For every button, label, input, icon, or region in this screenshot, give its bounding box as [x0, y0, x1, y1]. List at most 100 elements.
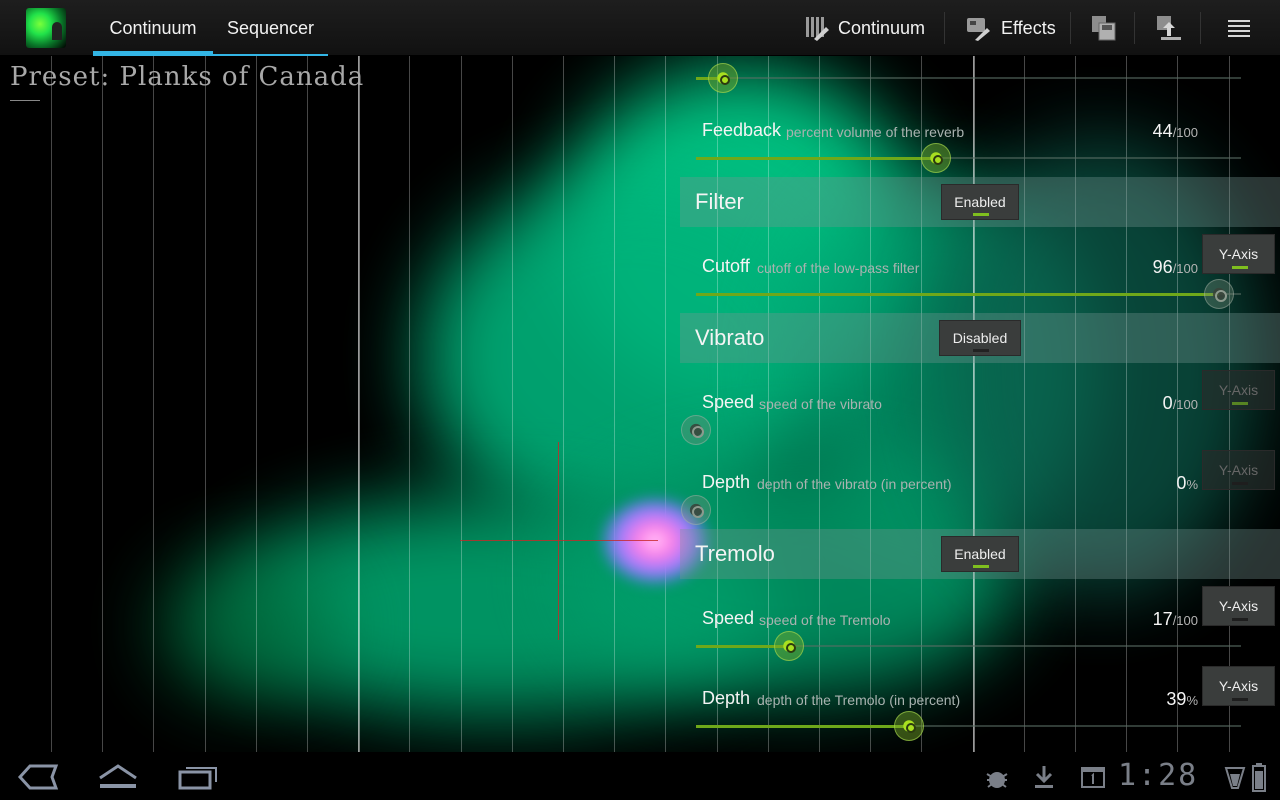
- cutoff-slider[interactable]: [696, 293, 1241, 296]
- home-icon[interactable]: [96, 762, 140, 792]
- tremolo-depth-value: 39%: [1166, 689, 1198, 710]
- cutoff-yaxis-button[interactable]: Y-Axis: [1202, 234, 1275, 274]
- feedback-slider[interactable]: [696, 157, 1241, 160]
- tremolo-speed-yaxis-button[interactable]: Y-Axis: [1202, 586, 1275, 626]
- vibrato-speed-value-number: 0: [1162, 393, 1173, 413]
- cutoff-desc: cutoff of the low-pass filter: [757, 260, 920, 276]
- tremolo-speed-row: Speed speed of the Tremolo 17/100 Y-Axis: [680, 586, 1280, 680]
- continuum-action-button[interactable]: Continuum: [804, 0, 925, 56]
- tremolo-depth-yaxis-button[interactable]: Y-Axis: [1202, 666, 1275, 706]
- vibrato-depth-value-unit: %: [1186, 477, 1198, 492]
- feedback-value-number: 44: [1152, 121, 1173, 141]
- key-line: [512, 56, 513, 752]
- tremolo-speed-value-number: 17: [1152, 609, 1173, 629]
- overflow-menu-button[interactable]: [1226, 0, 1254, 56]
- vibrato-speed-value-unit: /100: [1172, 397, 1198, 412]
- effects-action-label: Effects: [1001, 17, 1056, 38]
- tremolo-speed-value-unit: /100: [1172, 613, 1198, 628]
- feedback-desc: percent volume of the reverb: [786, 124, 965, 140]
- vibrato-depth-value-number: 0: [1176, 473, 1187, 493]
- tremolo-depth-desc: depth of the Tremolo (in percent): [757, 692, 961, 708]
- cutoff-value-number: 96: [1152, 257, 1173, 277]
- cutoff-yaxis-label: Y-Axis: [1218, 246, 1259, 262]
- app-icon[interactable]: [26, 8, 66, 48]
- cutoff-value-unit: /100: [1172, 261, 1198, 276]
- tremolo-depth-yaxis-label: Y-Axis: [1218, 678, 1259, 694]
- key-line: [563, 56, 564, 752]
- tremolo-section-header: Tremolo Enabled: [680, 529, 1280, 579]
- continuum-play-area[interactable]: Preset: Planks of Canada Feedback percen…: [0, 56, 1280, 752]
- tremolo-speed-name: Speed: [702, 608, 755, 628]
- key-line: [102, 56, 103, 752]
- tremolo-speed-slider-thumb[interactable]: [773, 631, 804, 661]
- tremolo-depth-value-number: 39: [1166, 689, 1187, 709]
- vibrato-depth-slider-thumb[interactable]: [681, 495, 711, 525]
- tremolo-depth-row: Depth depth of the Tremolo (in percent) …: [680, 666, 1280, 752]
- divider: [1200, 12, 1201, 44]
- reverb-slider-thumb[interactable]: [708, 63, 739, 93]
- filter-toggle-button[interactable]: Enabled: [941, 184, 1019, 220]
- wifi-icon: [1224, 767, 1246, 789]
- vibrato-speed-name: Speed: [702, 392, 755, 412]
- reverb-slider[interactable]: [696, 77, 1241, 80]
- calendar-icon: [1081, 767, 1105, 788]
- yaxis-indicator: [1232, 402, 1248, 405]
- key-line: [205, 56, 206, 752]
- effects-action-button[interactable]: Effects: [965, 0, 1056, 56]
- effects-panel: Feedback percent volume of the reverb 44…: [680, 56, 1280, 752]
- tab-continuum[interactable]: Continuum: [93, 0, 213, 56]
- tremolo-depth-slider-thumb[interactable]: [893, 711, 924, 741]
- divider: [944, 12, 945, 44]
- filter-title: Filter: [695, 189, 744, 214]
- vibrato-speed-yaxis-button[interactable]: Y-Axis: [1202, 370, 1275, 410]
- effects-icon: [967, 18, 990, 41]
- vibrato-depth-yaxis-label: Y-Axis: [1218, 462, 1259, 478]
- tremolo-speed-yaxis-label: Y-Axis: [1218, 598, 1259, 614]
- key-line: [256, 56, 257, 752]
- tab-sequencer-label: Sequencer: [226, 18, 315, 38]
- feedback-slider-thumb[interactable]: [920, 143, 951, 173]
- feedback-value-unit: /100: [1172, 125, 1198, 140]
- cutoff-slider-thumb[interactable]: [1204, 279, 1235, 309]
- tremolo-depth-value-unit: %: [1186, 693, 1198, 708]
- yaxis-indicator: [1232, 698, 1248, 701]
- cutoff-name: Cutoff: [702, 256, 750, 276]
- action-bar: Continuum Sequencer Continuum Effects: [0, 0, 1280, 56]
- vibrato-depth-value: 0%: [1176, 473, 1198, 494]
- vibrato-speed-slider-thumb[interactable]: [681, 415, 711, 445]
- clock: 1:28: [1118, 758, 1199, 793]
- save-preset-button[interactable]: [1090, 0, 1118, 56]
- vibrato-speed-row: Speed speed of the vibrato 0/100 Y-Axis: [680, 370, 1280, 464]
- slider-fill: [696, 725, 909, 728]
- tremolo-depth-slider[interactable]: [696, 725, 1241, 728]
- tab-sequencer[interactable]: Sequencer: [213, 0, 328, 56]
- load-preset-button[interactable]: [1155, 0, 1183, 56]
- recent-apps-icon[interactable]: [176, 762, 220, 792]
- divider: [1070, 12, 1071, 44]
- filter-section-header: Filter Enabled: [680, 177, 1280, 227]
- upload-icon: [1157, 16, 1181, 40]
- vibrato-toggle-button[interactable]: Disabled: [939, 320, 1021, 356]
- download-icon: [1035, 766, 1053, 788]
- vibrato-depth-name: Depth: [702, 472, 751, 492]
- feedback-value: 44/100: [1153, 121, 1198, 142]
- back-icon[interactable]: [16, 762, 60, 792]
- tremolo-toggle-button[interactable]: Enabled: [941, 536, 1019, 572]
- key-line: [153, 56, 154, 752]
- tremolo-speed-desc: speed of the Tremolo: [759, 612, 891, 628]
- key-line: [614, 56, 615, 752]
- continuum-action-label: Continuum: [838, 17, 926, 38]
- vibrato-speed-yaxis-label: Y-Axis: [1218, 382, 1259, 398]
- vibrato-depth-yaxis-button[interactable]: Y-Axis: [1202, 450, 1275, 490]
- crosshair-horizontal: [460, 540, 658, 541]
- cutoff-value: 96/100: [1153, 257, 1198, 278]
- feedback-name: Feedback: [702, 120, 782, 140]
- key-line: [409, 56, 410, 752]
- keyboard-edit-icon: [806, 17, 829, 41]
- vibrato-toggle-label: Disabled: [952, 330, 1008, 346]
- tremolo-speed-value: 17/100: [1153, 609, 1198, 630]
- yaxis-indicator: [1232, 266, 1248, 269]
- vibrato-speed-value: 0/100: [1163, 393, 1198, 414]
- toggle-indicator: [973, 213, 989, 216]
- preset-label: Preset: Planks of Canada: [10, 62, 365, 92]
